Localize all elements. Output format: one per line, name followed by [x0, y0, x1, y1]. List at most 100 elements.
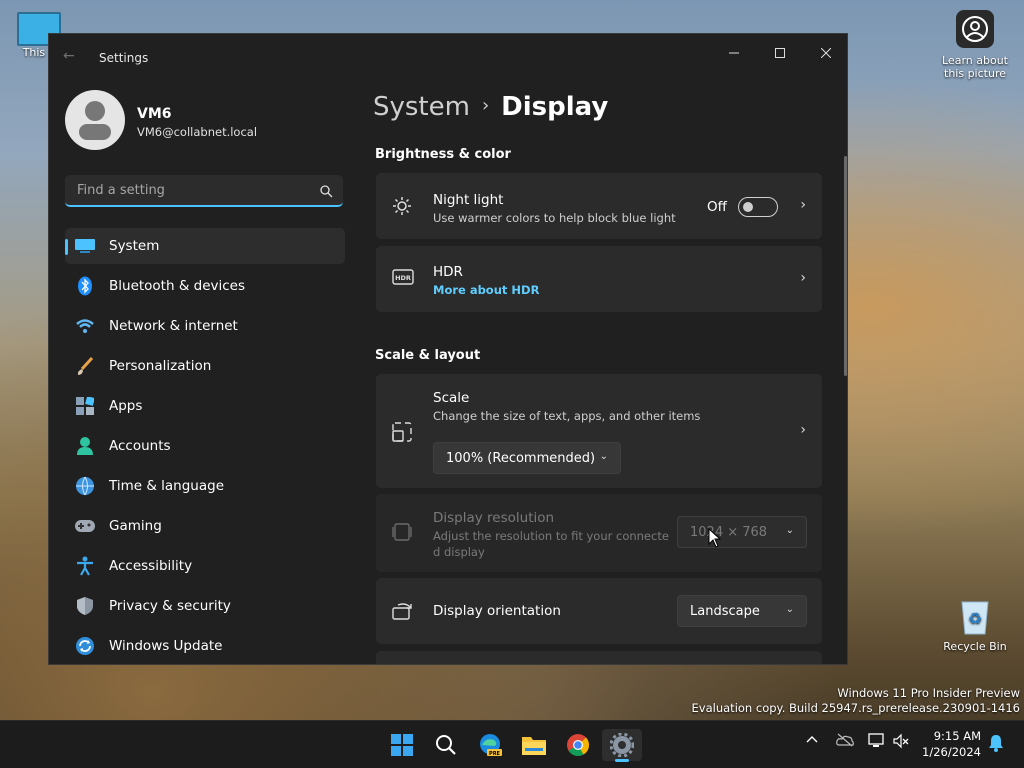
scale-dropdown[interactable]: 100% (Recommended) ⌄: [433, 442, 621, 474]
resolution-dropdown: 1024 × 768 ⌄: [677, 516, 807, 548]
start-button[interactable]: [382, 729, 422, 761]
taskbar-settings[interactable]: [602, 729, 642, 762]
apps-icon: [75, 396, 95, 416]
back-arrow-icon[interactable]: ←: [63, 48, 75, 64]
edge-pre-icon: PRE: [480, 734, 502, 757]
search-input[interactable]: [75, 182, 309, 199]
wifi-icon: [75, 316, 95, 336]
scale-value: 100% (Recommended): [446, 451, 596, 466]
onedrive-offline-icon[interactable]: [836, 733, 854, 750]
sidebar-item-accounts[interactable]: Accounts: [65, 428, 345, 464]
system-clock[interactable]: 9:15 AM 1/26/2024: [918, 728, 981, 760]
sidebar-item-time-language[interactable]: Time & language: [65, 468, 345, 504]
taskbar-chrome[interactable]: [558, 729, 598, 761]
desktop-icon-recycle-bin[interactable]: ♻ Recycle Bin: [940, 596, 1010, 653]
night-light-card[interactable]: Night light Use warmer colors to help bl…: [376, 173, 822, 239]
user-name: VM6: [137, 106, 172, 122]
file-explorer-icon: [522, 737, 546, 755]
clock-time: 9:15 AM: [933, 729, 981, 743]
chevron-down-icon: ⌄: [785, 604, 794, 615]
sidebar-item-network[interactable]: Network & internet: [65, 308, 345, 344]
maximize-icon: [775, 48, 785, 58]
chevron-down-icon: ⌄: [599, 451, 608, 462]
scale-card[interactable]: Scale Change the size of text, apps, and…: [376, 374, 822, 488]
show-hidden-icons-chevron-up-icon[interactable]: [806, 733, 818, 747]
sidebar-item-system[interactable]: System: [65, 228, 345, 264]
minimize-button[interactable]: [711, 38, 757, 68]
close-button[interactable]: [803, 38, 847, 68]
settings-window: ← Settings VM6 VM6@collabnet.local Syste…: [48, 33, 848, 665]
notification-bell-icon[interactable]: [988, 734, 1004, 755]
next-setting-card-partial[interactable]: [376, 651, 822, 664]
person-icon: [75, 436, 95, 456]
brush-icon: [75, 356, 95, 376]
night-light-state: Off: [707, 199, 727, 215]
scale-icon: [392, 422, 412, 446]
chevron-right-icon[interactable]: ›: [800, 422, 806, 438]
taskbar-edge-pre[interactable]: PRE: [470, 729, 510, 761]
brightness-icon: [392, 196, 412, 220]
orientation-icon: [392, 602, 414, 624]
orientation-dropdown[interactable]: Landscape ⌄: [677, 595, 807, 627]
sidebar-item-windows-update[interactable]: Windows Update: [65, 628, 345, 664]
section-heading-scale-layout: Scale & layout: [375, 348, 481, 363]
svg-text:PRE: PRE: [489, 751, 501, 757]
chevron-right-icon[interactable]: ›: [800, 197, 806, 213]
search-icon: [436, 735, 456, 755]
find-setting-search[interactable]: [65, 175, 343, 207]
resolution-value: 1024 × 768: [690, 525, 768, 540]
sidebar-item-privacy-security[interactable]: Privacy & security: [65, 588, 345, 624]
taskbar-file-explorer[interactable]: [514, 729, 554, 761]
user-email: VM6@collabnet.local: [137, 125, 258, 139]
taskbar: PRE 9:15 AM 1/26/2024: [0, 720, 1024, 768]
title-bar[interactable]: ← Settings: [49, 34, 847, 82]
display-orientation-title: Display orientation: [433, 603, 561, 619]
display-resolution-title: Display resolution: [433, 510, 555, 526]
gamepad-icon: [75, 516, 95, 536]
night-light-toggle[interactable]: [738, 197, 778, 217]
network-icon[interactable]: [867, 733, 885, 752]
hdr-card[interactable]: HDR HDR More about HDR ›: [376, 246, 822, 312]
breadcrumb-parent[interactable]: System: [373, 92, 470, 122]
display-resolution-subtitle-1: Adjust the resolution to fit your connec…: [433, 529, 669, 543]
sidebar-item-accessibility[interactable]: Accessibility: [65, 548, 345, 584]
maximize-button[interactable]: [757, 38, 803, 68]
sidebar-item-apps[interactable]: Apps: [65, 388, 345, 424]
desktop-icon-label: Recycle Bin: [943, 640, 1007, 653]
chevron-right-icon[interactable]: ›: [800, 270, 806, 286]
resolution-icon: [392, 523, 412, 545]
sidebar-item-bluetooth[interactable]: Bluetooth & devices: [65, 268, 345, 304]
orientation-value: Landscape: [690, 604, 760, 619]
clock-date: 1/26/2024: [922, 745, 981, 759]
desktop-icon-learn-about-picture[interactable]: Learn about this picture: [938, 10, 1012, 80]
window-title: Settings: [99, 51, 149, 65]
hdr-title: HDR: [433, 264, 463, 280]
chevron-down-icon: ⌄: [785, 525, 794, 536]
volume-muted-icon[interactable]: [893, 733, 909, 752]
display-resolution-card: Display resolution Adjust the resolution…: [376, 494, 822, 572]
svg-text:♻: ♻: [968, 609, 982, 628]
scale-title: Scale: [433, 390, 470, 406]
breadcrumb: System › Display: [373, 92, 608, 122]
avatar: [65, 90, 125, 150]
recycle-bin-icon: ♻: [958, 596, 992, 636]
sidebar-nav: System Bluetooth & devices Network & int…: [65, 228, 345, 664]
search-icon[interactable]: [320, 183, 333, 202]
shield-icon: [75, 596, 95, 616]
display-orientation-card[interactable]: Display orientation Landscape ⌄: [376, 578, 822, 644]
start-icon: [391, 734, 413, 756]
accessibility-icon: [75, 556, 95, 576]
mouse-cursor-icon: [708, 527, 722, 552]
scale-subtitle: Change the size of text, apps, and other…: [433, 409, 701, 423]
content-scrollbar[interactable]: [844, 156, 847, 376]
desktop-icon-label: Learn about this picture: [942, 54, 1008, 80]
sidebar-item-personalization[interactable]: Personalization: [65, 348, 345, 384]
taskbar-search-button[interactable]: [426, 729, 466, 761]
hdr-more-link[interactable]: More about HDR: [433, 283, 539, 297]
monitor-icon: [75, 236, 95, 256]
sidebar-item-gaming[interactable]: Gaming: [65, 508, 345, 544]
close-icon: [821, 48, 831, 58]
page-title: Display: [501, 92, 609, 122]
settings-icon: [610, 733, 634, 757]
os-watermark: Windows 11 Pro Insider Preview Evaluatio…: [691, 686, 1020, 715]
